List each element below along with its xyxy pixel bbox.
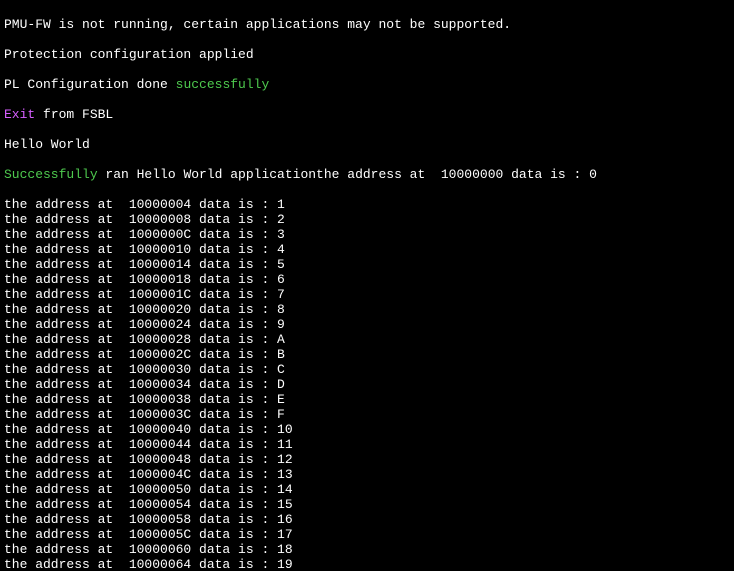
address-line: the address at 10000058 data is : 16 bbox=[4, 512, 730, 527]
address-line: the address at 10000030 data is : C bbox=[4, 362, 730, 377]
exit-word: Exit bbox=[4, 107, 35, 122]
address-line: the address at 10000054 data is : 15 bbox=[4, 497, 730, 512]
address-line: the address at 10000044 data is : 11 bbox=[4, 437, 730, 452]
terminal-output: PMU-FW is not running, certain applicati… bbox=[0, 0, 734, 571]
address-line: the address at 10000060 data is : 18 bbox=[4, 542, 730, 557]
address-line: the address at 1000002C data is : B bbox=[4, 347, 730, 362]
address-line: the address at 1000005C data is : 17 bbox=[4, 527, 730, 542]
exit-suffix: from FSBL bbox=[35, 107, 113, 122]
success-suffix: ran Hello World applicationthe address a… bbox=[98, 167, 597, 182]
address-line: the address at 10000020 data is : 8 bbox=[4, 302, 730, 317]
pl-conf-line: PL Configuration done successfully bbox=[4, 77, 730, 92]
address-line: the address at 10000014 data is : 5 bbox=[4, 257, 730, 272]
address-line: the address at 1000001C data is : 7 bbox=[4, 287, 730, 302]
address-line: the address at 10000040 data is : 10 bbox=[4, 422, 730, 437]
warning-line: PMU-FW is not running, certain applicati… bbox=[4, 17, 730, 32]
exit-line: Exit from FSBL bbox=[4, 107, 730, 122]
success-line: Successfully ran Hello World application… bbox=[4, 167, 730, 182]
address-line: the address at 10000024 data is : 9 bbox=[4, 317, 730, 332]
address-line: the address at 10000008 data is : 2 bbox=[4, 212, 730, 227]
hello-line: Hello World bbox=[4, 137, 730, 152]
pl-conf-prefix: PL Configuration done bbox=[4, 77, 176, 92]
address-line: the address at 10000028 data is : A bbox=[4, 332, 730, 347]
address-line: the address at 10000038 data is : E bbox=[4, 392, 730, 407]
address-line: the address at 10000018 data is : 6 bbox=[4, 272, 730, 287]
address-line: the address at 10000050 data is : 14 bbox=[4, 482, 730, 497]
address-line: the address at 10000004 data is : 1 bbox=[4, 197, 730, 212]
prot-conf-line: Protection configuration applied bbox=[4, 47, 730, 62]
success-word: Successfully bbox=[4, 167, 98, 182]
address-line: the address at 1000004C data is : 13 bbox=[4, 467, 730, 482]
address-line: the address at 10000034 data is : D bbox=[4, 377, 730, 392]
address-line: the address at 10000064 data is : 19 bbox=[4, 557, 730, 571]
address-line: the address at 1000000C data is : 3 bbox=[4, 227, 730, 242]
address-line: the address at 10000010 data is : 4 bbox=[4, 242, 730, 257]
address-line: the address at 10000048 data is : 12 bbox=[4, 452, 730, 467]
pl-conf-status: successfully bbox=[176, 77, 270, 92]
address-line: the address at 1000003C data is : F bbox=[4, 407, 730, 422]
